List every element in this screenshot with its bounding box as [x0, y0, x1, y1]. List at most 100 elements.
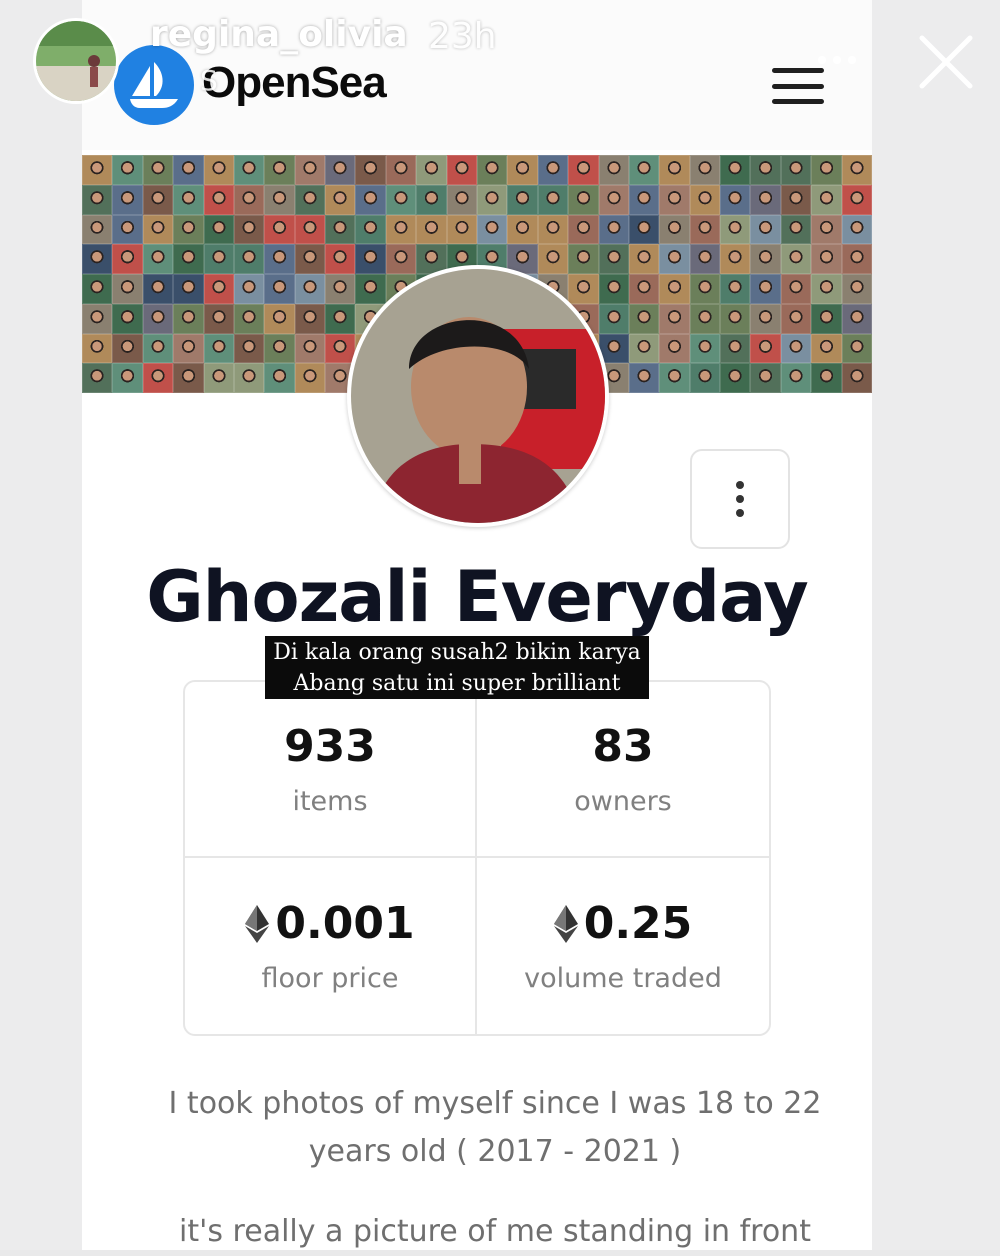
banner-photo-tile — [689, 214, 721, 245]
stat-value: 83 — [592, 721, 654, 772]
banner-photo-tile — [355, 184, 386, 215]
banner-photo-tile — [355, 155, 386, 185]
banner-photo-tile — [720, 303, 751, 334]
banner-photo-tile — [750, 333, 781, 364]
banner-photo-tile — [476, 184, 508, 215]
banner-photo-tile — [841, 363, 872, 393]
story-caption-sticker[interactable]: Di kala orang susah2 bikin karya Abang s… — [265, 636, 649, 699]
banner-photo-tile — [203, 184, 234, 215]
caption-line: Di kala orang susah2 bikin karya — [273, 640, 641, 665]
banner-photo-tile — [568, 244, 599, 274]
banner-photo-tile — [659, 363, 690, 393]
banner-photo-tile — [82, 184, 113, 215]
banner-photo-tile — [82, 244, 113, 274]
banner-photo-tile — [476, 214, 508, 245]
banner-photo-tile — [598, 214, 629, 245]
banner-photo-tile — [325, 244, 356, 274]
banner-photo-tile — [385, 214, 417, 245]
banner-photo-tile — [689, 303, 721, 334]
banner-photo-tile — [750, 303, 781, 334]
banner-photo-tile — [233, 274, 265, 304]
banner-photo-tile — [628, 303, 660, 334]
banner-photo-tile — [568, 214, 599, 245]
banner-photo-tile — [720, 333, 751, 364]
opensea-wordmark[interactable]: OpenSea — [202, 58, 387, 108]
banner-photo-tile — [780, 184, 812, 215]
banner-photo-tile — [628, 363, 660, 393]
description-line: years old ( 2017 - 2021 ) — [308, 1134, 682, 1169]
stat-floor-price: 0.001 floor price — [185, 858, 477, 1034]
description-line: it's really a picture of me standing in … — [179, 1214, 811, 1249]
banner-photo-tile — [294, 333, 326, 364]
banner-photo-tile — [325, 214, 356, 245]
banner-photo-tile — [841, 303, 872, 334]
banner-photo-tile — [203, 244, 234, 274]
banner-photo-tile — [811, 155, 842, 185]
story-more-icon[interactable] — [818, 56, 856, 64]
banner-photo-tile — [841, 184, 872, 215]
more-options-icon — [736, 481, 744, 489]
story-user-avatar[interactable] — [33, 18, 119, 104]
banner-photo-tile — [82, 274, 113, 304]
banner-photo-tile — [507, 214, 538, 245]
banner-photo-tile — [355, 214, 386, 245]
banner-photo-tile — [233, 244, 265, 274]
banner-photo-tile — [173, 333, 204, 364]
banner-photo-tile — [446, 184, 477, 215]
banner-photo-tile — [385, 184, 417, 215]
stat-label: owners — [574, 786, 672, 817]
banner-photo-tile — [203, 214, 234, 245]
banner-photo-tile — [173, 155, 204, 185]
menu-hamburger-icon[interactable] — [772, 68, 824, 104]
banner-photo-tile — [720, 214, 751, 245]
banner-photo-tile — [355, 274, 386, 304]
banner-photo-tile — [720, 274, 751, 304]
story-username[interactable]: regina_olivia — [150, 14, 408, 55]
banner-photo-tile — [325, 333, 356, 364]
banner-photo-tile — [659, 303, 690, 334]
banner-photo-tile — [750, 155, 781, 185]
collection-title: Ghozali Everyday — [146, 556, 809, 638]
banner-photo-tile — [811, 244, 842, 274]
banner-photo-tile — [659, 155, 690, 185]
banner-photo-tile — [628, 184, 660, 215]
banner-photo-tile — [659, 244, 690, 274]
close-icon[interactable] — [916, 32, 976, 92]
banner-photo-tile — [385, 155, 417, 185]
banner-photo-tile — [811, 274, 842, 304]
banner-photo-tile — [142, 214, 174, 245]
banner-photo-tile — [568, 184, 599, 215]
banner-photo-tile — [82, 333, 113, 364]
banner-photo-tile — [203, 274, 234, 304]
banner-photo-tile — [720, 244, 751, 274]
banner-photo-tile — [537, 155, 569, 185]
banner-photo-tile — [142, 333, 174, 364]
banner-photo-tile — [173, 274, 204, 304]
banner-photo-tile — [82, 303, 113, 334]
banner-photo-tile — [598, 184, 629, 215]
banner-photo-tile — [537, 244, 569, 274]
banner-photo-tile — [325, 184, 356, 215]
banner-photo-tile — [173, 184, 204, 215]
banner-photo-tile — [811, 303, 842, 334]
banner-photo-tile — [476, 155, 508, 185]
banner-photo-tile — [720, 155, 751, 185]
banner-photo-tile — [294, 274, 326, 304]
banner-photo-tile — [720, 184, 751, 215]
banner-photo-tile — [537, 214, 569, 245]
banner-photo-tile — [841, 244, 872, 274]
banner-photo-tile — [142, 303, 174, 334]
more-options-button[interactable] — [690, 449, 790, 549]
banner-photo-tile — [841, 274, 872, 304]
banner-photo-tile — [598, 274, 629, 304]
banner-photo-tile — [325, 155, 356, 185]
banner-photo-tile — [112, 214, 143, 245]
collection-stats: 933 items 83 owners 0.001 floor price 0.… — [183, 680, 771, 1036]
opensea-logo-icon[interactable] — [114, 45, 194, 125]
stat-value: 0.001 — [245, 898, 415, 949]
banner-photo-tile — [416, 155, 447, 185]
banner-photo-tile — [173, 244, 204, 274]
story-link[interactable]: S — [200, 64, 218, 97]
story-timestamp: 23h — [428, 16, 497, 57]
banner-photo-tile — [264, 214, 295, 245]
